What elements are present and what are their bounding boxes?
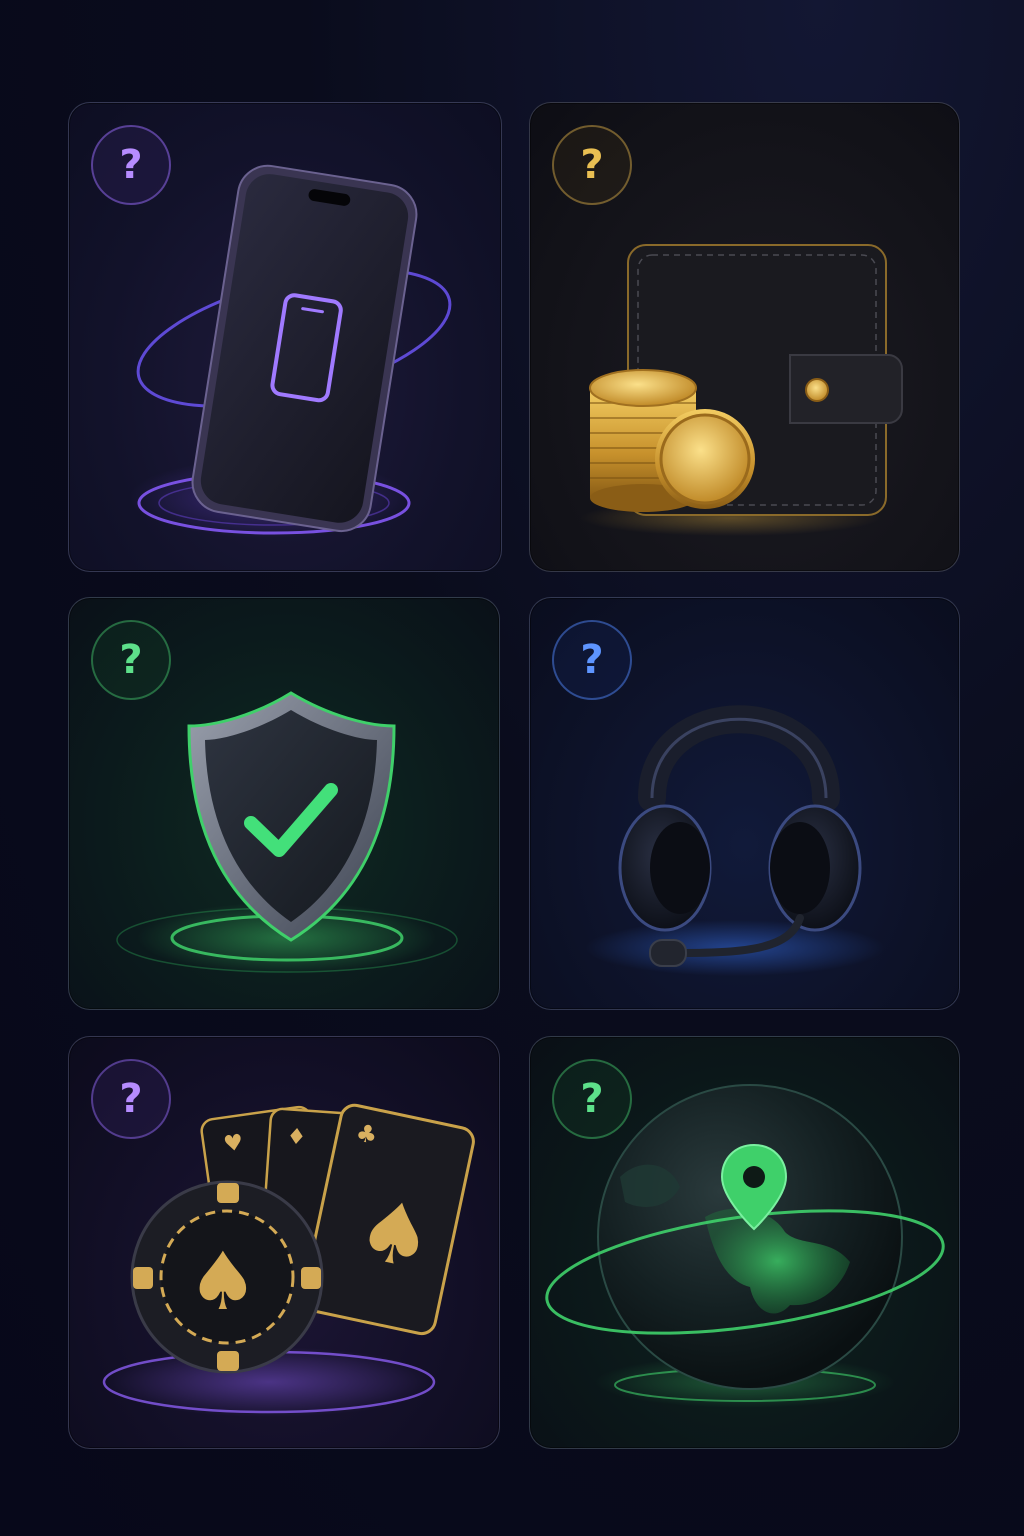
svg-text:♦: ♦ [286, 1124, 307, 1150]
question-mark-icon: ? [580, 142, 604, 188]
help-badge[interactable]: ? [552, 620, 632, 700]
headset-card[interactable]: ? [529, 597, 960, 1010]
question-mark-icon: ? [119, 142, 143, 188]
svg-text:♥: ♥ [222, 1130, 245, 1158]
question-mark-icon: ? [119, 1076, 143, 1122]
help-badge[interactable]: ? [552, 125, 632, 205]
question-mark-icon: ? [580, 637, 604, 683]
help-badge[interactable]: ? [91, 125, 171, 205]
globe-card[interactable]: ? [529, 1036, 960, 1449]
help-badge[interactable]: ? [91, 1059, 171, 1139]
help-badge[interactable]: ? [91, 620, 171, 700]
svg-text:♠: ♠ [187, 1235, 259, 1328]
help-badge[interactable]: ? [552, 1059, 632, 1139]
poker-card[interactable]: ♥ ♦ ♣ ♠ ♠ ? [68, 1036, 500, 1449]
phone-card[interactable]: ? [68, 102, 502, 572]
wallet-card[interactable]: ? [529, 102, 960, 572]
question-mark-icon: ? [119, 637, 143, 683]
question-mark-icon: ? [580, 1076, 604, 1122]
shield-card[interactable]: ? [68, 597, 500, 1010]
